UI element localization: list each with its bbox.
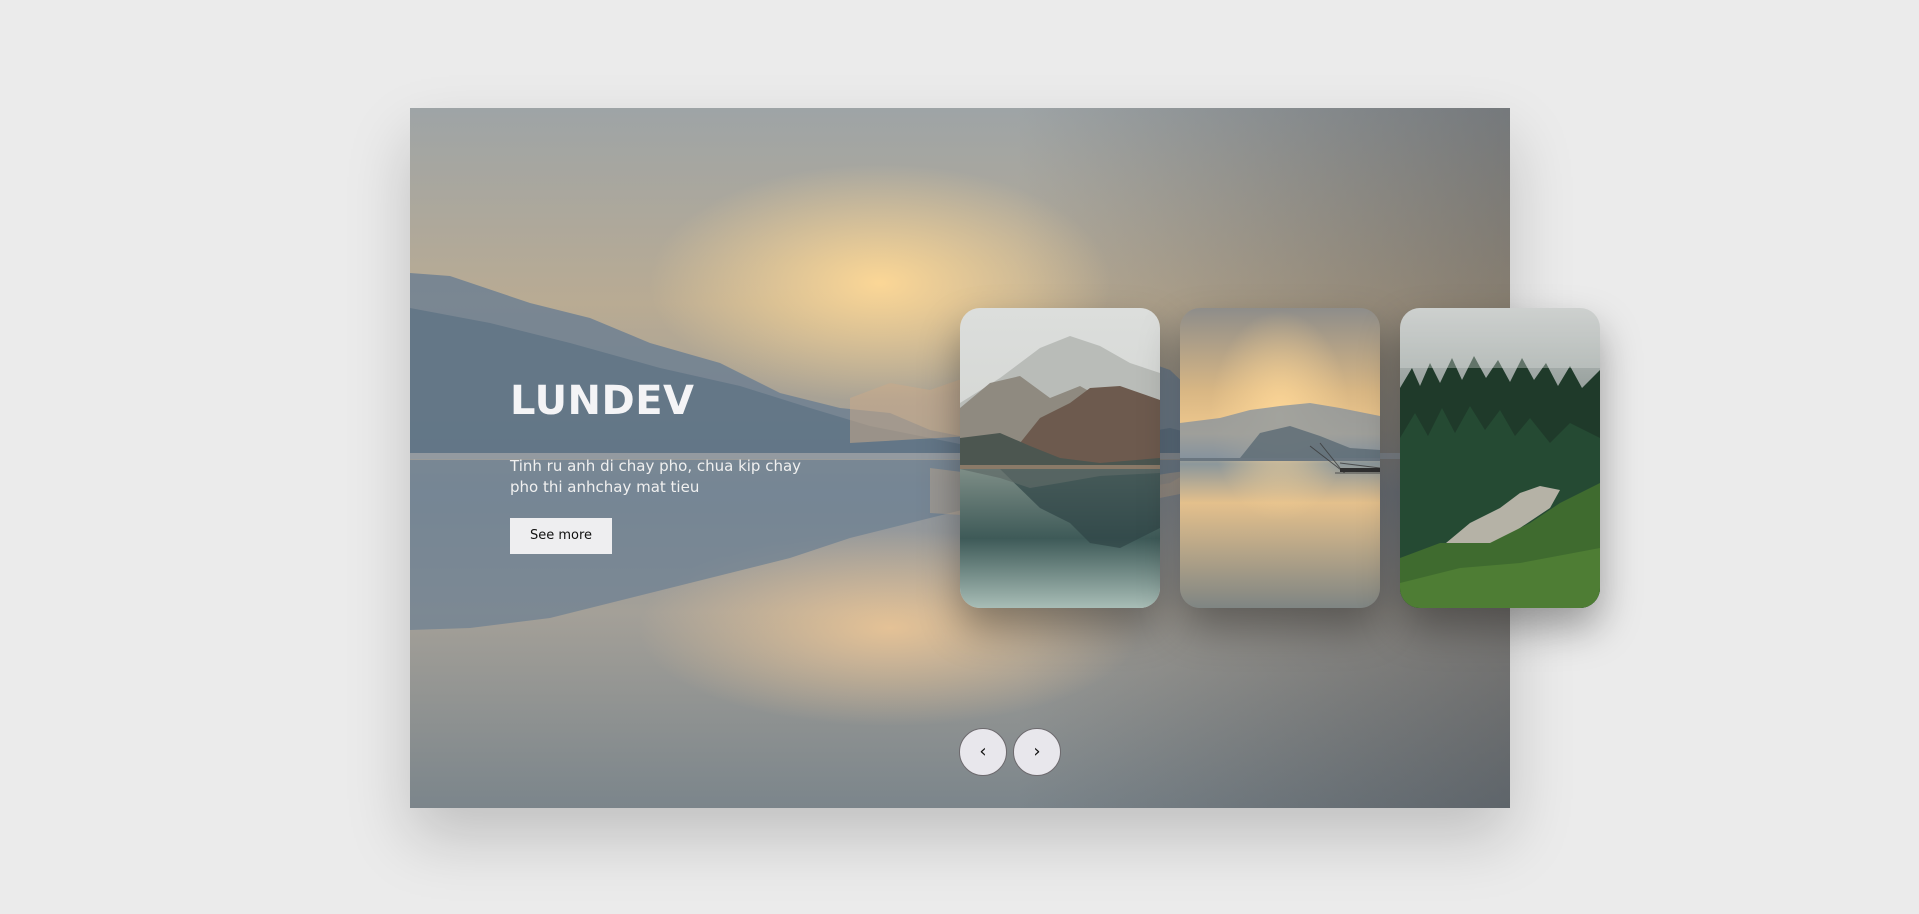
foggy-forest-image	[1400, 308, 1600, 608]
next-slide-button[interactable]: ›	[1013, 728, 1061, 776]
sunrise-lake-image	[1180, 308, 1380, 608]
hero-content: LUNDEV Tinh ru anh di chay pho, chua kip…	[510, 378, 830, 554]
hero-slider: LUNDEV Tinh ru anh di chay pho, chua kip…	[410, 108, 1600, 808]
hero-description: Tinh ru anh di chay pho, chua kip chay p…	[510, 457, 802, 496]
mountain-lake-image	[960, 308, 1160, 608]
thumbnail-card-misty-mountain-lake[interactable]	[960, 308, 1160, 608]
thumbnail-card-sunrise-lake[interactable]	[1180, 308, 1380, 608]
chevron-right-icon: ›	[1033, 741, 1041, 762]
hero-title: LUNDEV	[510, 378, 695, 424]
see-more-button[interactable]: See more	[510, 518, 613, 554]
chevron-left-icon: ‹	[979, 741, 987, 762]
thumbnail-card-foggy-forest[interactable]	[1400, 308, 1600, 608]
previous-slide-button[interactable]: ‹	[959, 728, 1007, 776]
